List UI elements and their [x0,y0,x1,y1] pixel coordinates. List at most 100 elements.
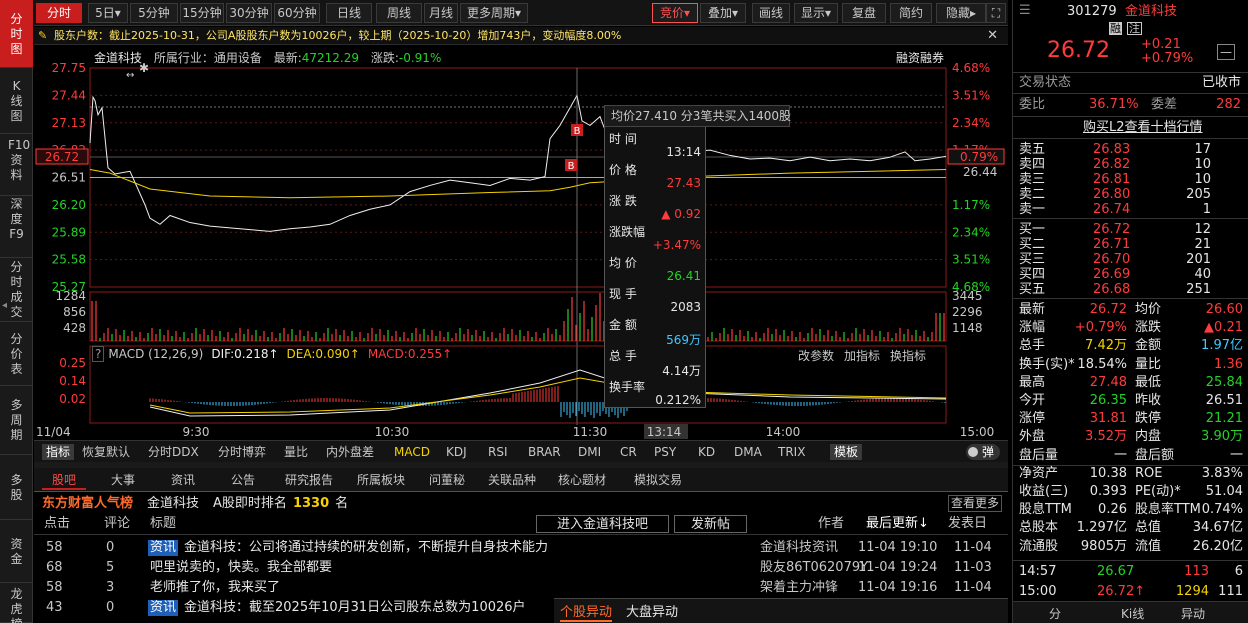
popup-tab-0[interactable]: 个股异动 [560,601,613,622]
guba-row[interactable]: 68 5 吧里说卖的，快卖。我全部都要 股友86T062079Y 11-04 19:24… [34,558,1008,578]
industry: 通用设备 [213,51,262,65]
info-tab-0[interactable]: 股吧 [42,470,86,490]
tool-btn-2[interactable]: 画线 [752,3,790,23]
indicator-0[interactable]: 指标 [42,444,75,460]
guba-col-3[interactable]: 进入金道科技吧 [536,515,670,533]
close-icon[interactable]: ✕ [987,27,998,44]
indicator-9[interactable]: BRAR [528,444,561,460]
guba-col-4[interactable]: 发新帖 [674,515,748,533]
dea-value: DEA:0.090↑ [286,347,360,361]
tool-btn-4[interactable]: 复盘 [842,3,886,23]
period-btn-4[interactable]: 30分钟 [226,3,272,23]
author[interactable]: 架着主力冲锋 [760,578,838,598]
indicator-12[interactable]: PSY [654,444,676,460]
x-tick: 13:14 [647,425,682,439]
period-btn-5[interactable]: 60分钟 [274,3,320,23]
info-tab-9[interactable]: 模拟交易 [622,470,694,490]
info-tab-3[interactable]: 公告 [218,470,268,490]
period-btn-9[interactable]: 更多周期▾ [460,3,528,23]
sidebar-item-0[interactable]: 分时图 [0,0,33,68]
fullscreen-icon[interactable]: ⛶ [986,3,1006,23]
indicator-bar: 指标 恢复默认 分时DDX 分时博弈 量比 内外盘差 MACD KDJ RSI BRAR DMI CR… [34,440,1008,462]
post-title[interactable]: 老师推了你，我来买了 [150,578,280,598]
post-title[interactable]: 金道科技：公司将通过持续的研发创新，不断提升自身技术能力 [184,538,548,558]
volume-tick-right: 1148 [952,321,983,335]
margin-trading-link[interactable]: 融资融券 [896,49,944,66]
resize-icon[interactable]: ↔ [126,70,134,81]
collapse-icon[interactable]: ◂ [2,300,8,320]
sidebar-item-8[interactable]: 资金 [0,520,33,583]
indicator-15[interactable]: TRIX [778,444,805,460]
period-btn-3[interactable]: 15分钟 [180,3,224,23]
indicator-16[interactable]: 模板 [830,444,863,460]
period-btn-2[interactable]: 5分钟 [130,3,178,23]
post-title[interactable]: 吧里说卖的，快卖。我全部都要 [150,558,332,578]
indicator-3[interactable]: 分时博弈 [218,444,266,460]
news-tag: 资讯 [148,540,179,556]
indicator-1[interactable]: 恢复默认 [82,444,130,460]
indicator-10[interactable]: DMI [578,444,601,460]
indicator-8[interactable]: RSI [488,444,508,460]
post-title[interactable]: 金道科技：截至2025年10月31日公司股东总数为10026户 [184,598,526,618]
macd-btn-2[interactable]: 换指标 [890,347,926,364]
quote-tab-2[interactable]: 异动 [1181,605,1205,622]
tool-btn-5[interactable]: 简约 [890,3,932,23]
period-btn-6[interactable]: 日线 [326,3,372,23]
guba-row[interactable]: 58 3 老师推了你，我来买了 架着主力冲锋 11-04 19:16 11-04 [34,578,1008,598]
guba-row[interactable]: 58 0 资讯 金道科技：公司将通过持续的研发创新，不断提升自身技术能力 金道科技资讯 1… [34,538,1008,558]
view-more-button[interactable]: 查看更多 [948,495,1002,512]
author[interactable]: 金道科技资讯 [760,538,838,558]
y-tick-right: 3.51% [952,253,990,267]
macd-btn-1[interactable]: 加指标 [844,347,880,364]
help-icon[interactable]: ? [92,346,105,362]
rank-unit: 名 [335,496,349,511]
intraday-chart[interactable]: 27.754.68%27.443.51%27.132.34%26.821.17%… [34,45,1008,440]
tool-btn-3[interactable]: 显示▾ [794,3,838,23]
sidebar-item-9[interactable]: 龙虎榜 [0,583,33,623]
popup-tab-1[interactable]: 大盘异动 [626,601,678,620]
tool-btn-0[interactable]: 竞价▾ [652,3,698,23]
divider [1013,560,1248,561]
quote-tab-1[interactable]: Ki线 [1121,605,1144,622]
sidebar-item-3[interactable]: 深度F9 [0,196,33,258]
stat-value: 1.97亿 [1201,338,1243,354]
tool-btn-6[interactable]: 隐藏▸ [936,3,986,23]
indicator-2[interactable]: 分时DDX [148,444,199,460]
indicator-6[interactable]: MACD [394,444,430,460]
indicator-5[interactable]: 内外盘差 [326,444,374,460]
indicator-11[interactable]: CR [620,444,637,460]
info-tab-4[interactable]: 研究报告 [278,470,340,490]
sidebar-item-2[interactable]: F10资料 [0,134,33,196]
period-btn-8[interactable]: 月线 [424,3,458,23]
buy-marker-label: B [574,126,581,137]
indicator-7[interactable]: KDJ [446,444,467,460]
info-tab-6[interactable]: 问董秘 [422,470,472,490]
info-tab-2[interactable]: 资讯 [158,470,208,490]
info-tab-1[interactable]: 大事 [98,470,148,490]
l2-link[interactable]: 购买L2查看十档行情 [1083,119,1203,136]
sidebar-item-6[interactable]: 多周期 [0,386,33,455]
indicator-13[interactable]: KD [698,444,715,460]
quote-tab-0[interactable]: 分 [1049,605,1061,622]
author[interactable]: 股友86T062079Y [760,558,868,578]
tool-btn-1[interactable]: 叠加▾ [700,3,746,23]
sidebar-item-5[interactable]: 分价表 [0,322,33,386]
info-tab-5[interactable]: 所属板块 [350,470,412,490]
indicator-4[interactable]: 量比 [284,444,308,460]
indicator-14[interactable]: DMA [734,444,762,460]
chart-svg[interactable]: 27.754.68%27.443.51%27.132.34%26.821.17%… [34,45,1008,440]
minimize-icon[interactable]: — [1217,44,1235,60]
info-tab-7[interactable]: 关联品种 [482,470,542,490]
period-btn-1[interactable]: 5日▾ [88,3,128,23]
macd-btn-0[interactable]: 改参数 [798,347,834,364]
toggle-knob[interactable] [968,447,978,457]
macd-tick-left: 0.25 [59,356,86,370]
period-btn-0[interactable]: 分时 [36,3,82,23]
stat-label: 盘后量 [1019,447,1059,463]
menu-icon[interactable]: ☰ [1019,3,1031,18]
info-tab-8[interactable]: 核心题材 [552,470,612,490]
sidebar-item-1[interactable]: K线图 [0,68,33,134]
period-btn-7[interactable]: 周线 [376,3,422,23]
comments: 3 [106,580,115,595]
sidebar-item-7[interactable]: 多股 [0,455,33,520]
